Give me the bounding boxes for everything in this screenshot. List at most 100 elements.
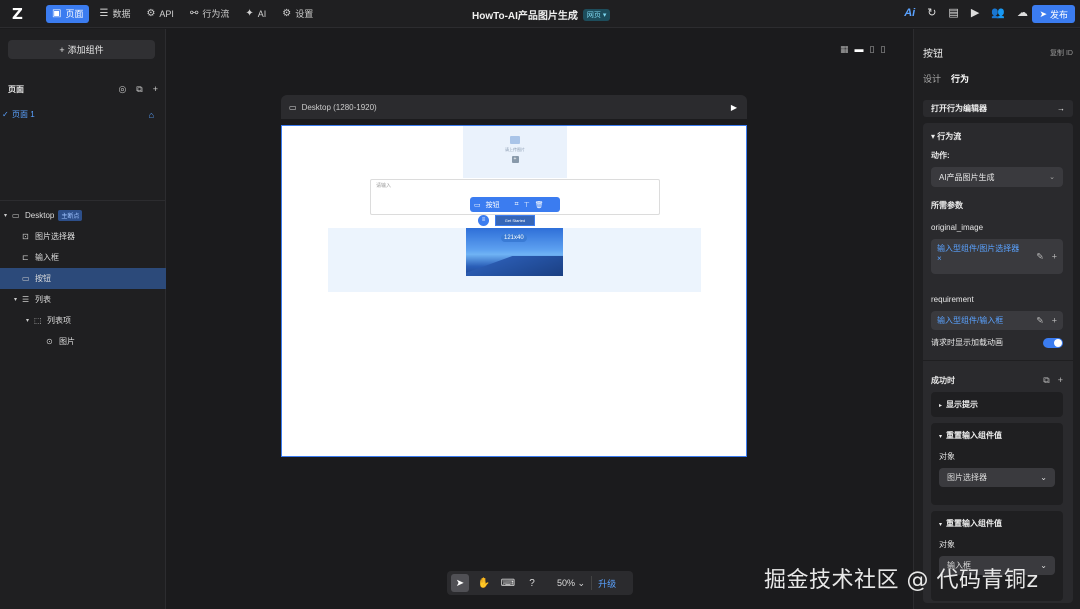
image-picker-icon: ⊡ [22, 232, 29, 241]
tree-item-input[interactable]: ⊏ 输入框 [0, 247, 166, 268]
nav-api[interactable]: ⚙ API [140, 5, 179, 23]
ai-assistant-icon[interactable]: Ai [904, 7, 915, 19]
watermark: 掘金技术社区 @ 代码青铜z [764, 568, 1039, 593]
cloud-icon[interactable]: ☁ [1017, 6, 1028, 19]
nav-settings[interactable]: ⚙ 设置 [276, 5, 319, 23]
main-nav: ▣ 页面 ☰ 数据 ⚙ API ⚯ 行为流 ✦ AI ⚙ 设置 [46, 4, 319, 23]
copy-id-button[interactable]: 复制 ID [1050, 48, 1073, 58]
delete-icon[interactable]: 🗑 [535, 201, 544, 209]
caret-down-icon: ▾ [14, 297, 18, 303]
tree-item-list-item[interactable]: ▾ ⬚ 列表项 [0, 310, 166, 331]
add-icon[interactable]: + [1052, 315, 1057, 326]
tree-item-image-picker[interactable]: ⊡ 图片选择器 [0, 226, 166, 247]
add-page-icon[interactable]: + [153, 84, 158, 95]
caret-down-icon: ▾ [939, 434, 943, 440]
edit-icon[interactable]: ✎ [1036, 251, 1044, 262]
users-icon[interactable]: 👥 [991, 6, 1005, 19]
action-card-reset-image[interactable]: ▾ 重置输入组件值 对象 图片选择器 ⌄ [931, 423, 1063, 505]
panel-tabs: 设计 行为 [923, 72, 969, 85]
mountain-graphic [466, 256, 563, 276]
check-icon: ✓ [2, 110, 9, 119]
add-action-icon[interactable]: + [1058, 375, 1063, 386]
add-icon[interactable]: + [1052, 251, 1057, 262]
app-logo[interactable]: Z [12, 6, 28, 22]
preview-play-icon[interactable]: ▶ [731, 103, 737, 112]
remove-icon[interactable]: × [937, 254, 1023, 263]
app-title-area: HowTo-AI产品图片生成 网页 ▾ [472, 7, 611, 22]
flow-header[interactable]: ▾ 行为流 [931, 131, 961, 142]
plus-icon: + [59, 44, 65, 55]
help-icon[interactable]: ? [523, 574, 541, 592]
hand-tool-icon[interactable]: ✋ [475, 574, 493, 592]
caret-down-icon: ▾ [26, 318, 30, 324]
tab-behavior[interactable]: 行为 [951, 72, 969, 85]
image-picker-component[interactable]: 请上传图片 + [463, 126, 567, 178]
desktop-view-icon[interactable]: ▬ [855, 44, 864, 55]
input-icon: ⊏ [22, 253, 29, 262]
keyboard-icon[interactable]: ⌨ [499, 574, 517, 592]
on-success-label: 成功时 [931, 376, 955, 385]
nav-flow[interactable]: ⚯ 行为流 [184, 5, 235, 23]
image-placeholder-icon [510, 136, 520, 144]
action-select[interactable]: AI产品图片生成 ⌄ [931, 167, 1063, 187]
align-top-icon[interactable]: ⊤ [524, 201, 530, 209]
caret-down-icon: ▾ [939, 522, 943, 528]
ai-icon: ✦ [245, 8, 254, 19]
param-requirement-binding[interactable]: 输入型组件/输入框 ✎ + [931, 311, 1063, 330]
upload-plus-icon[interactable]: + [511, 156, 519, 163]
tree-item-image[interactable]: ⊙ 图片 [0, 331, 166, 352]
canvas-area[interactable]: ▦ ▬ ▯ ▯ ▭ Desktop (1280-1920) ▶ 请上传图片 + … [167, 29, 912, 609]
zoom-select[interactable]: 50% ⌄ [557, 578, 585, 589]
add-component-button[interactable]: + 添加组件 [8, 40, 155, 59]
tree-item-list[interactable]: ▾ ☰ 列表 [0, 289, 166, 310]
device-switcher: ▦ ▬ ▯ ▯ [840, 44, 885, 55]
play-icon[interactable]: ▶ [971, 6, 979, 19]
publish-button[interactable]: ➤ 发布 [1032, 5, 1075, 23]
caret-down-icon: ▾ [4, 213, 8, 219]
selection-toolbar: ▭ 按钮 ⌗ ⊤ 🗑 [470, 197, 560, 212]
comment-icon[interactable]: ⌗ [515, 201, 519, 209]
frame-label: Desktop (1280-1920) [301, 102, 377, 112]
document-icon[interactable]: ▤ [948, 6, 958, 19]
tree-item-button[interactable]: ▭ 按钮 [0, 268, 166, 289]
copy-icon[interactable]: ⧉ [1043, 375, 1049, 386]
frame-header: ▭ Desktop (1280-1920) ▶ [281, 95, 747, 119]
layers-round-icon[interactable]: ≡ [478, 215, 489, 226]
loading-toggle[interactable] [1043, 337, 1063, 348]
tablet-view-icon[interactable]: ▯ [870, 44, 875, 55]
nav-ai[interactable]: ✦ AI [239, 5, 272, 23]
reset-target-select[interactable]: 图片选择器 ⌄ [939, 468, 1055, 487]
image-icon: ⊙ [46, 337, 53, 346]
canvas-toolbar: ➤ ✋ ⌨ ? 50% ⌄ 升级 [447, 571, 633, 595]
nav-data[interactable]: ☰ 数据 [93, 5, 136, 23]
folder-add-icon[interactable]: ⧉ [136, 84, 142, 95]
mobile-view-icon[interactable]: ▯ [880, 44, 885, 55]
api-icon: ⚙ [146, 8, 156, 19]
page-icon: ▣ [52, 8, 62, 19]
image-picker-hint: 请上传图片 [505, 147, 525, 152]
param-original-image-label: original_image [931, 223, 984, 232]
refresh-icon[interactable]: ↻ [927, 6, 936, 19]
param-original-image-binding[interactable]: 输入型组件/图片选择器 × ✎ + [931, 239, 1063, 274]
pointer-tool-icon[interactable]: ➤ [451, 574, 469, 592]
desktop-icon: ▭ [12, 211, 20, 220]
loading-toggle-row: 请求时显示加载动画 [931, 337, 1063, 348]
layers-icon[interactable]: ◎ [118, 84, 126, 95]
get-started-button[interactable]: Get Started [495, 215, 535, 226]
page-type-badge[interactable]: 网页 ▾ [582, 8, 611, 21]
page-item[interactable]: ✓ 页面 1 ⌂ [0, 108, 166, 121]
tree-item-desktop[interactable]: ▾ ▭ Desktop 主断点 [0, 205, 166, 226]
params-label: 所需参数 [931, 201, 963, 210]
param-requirement-label: requirement [931, 295, 974, 304]
grid-icon[interactable]: ▦ [840, 44, 849, 55]
edit-icon[interactable]: ✎ [1036, 315, 1044, 326]
on-success-row: 成功时 ⧉ + [931, 375, 1063, 386]
home-icon[interactable]: ⌂ [149, 110, 154, 120]
tab-design[interactable]: 设计 [923, 72, 941, 85]
desktop-frame[interactable]: 请上传图片 + 请输入 121x40 ≡ Get Started ▭ 按钮 ⌗ … [281, 125, 747, 457]
nav-page[interactable]: ▣ 页面 [46, 4, 90, 23]
caret-right-icon: ▸ [939, 403, 943, 409]
upgrade-link[interactable]: 升级 [598, 577, 616, 590]
action-card-show-toast[interactable]: ▸ 显示提示 [931, 392, 1063, 417]
open-behavior-editor-button[interactable]: 打开行为编辑器 → [923, 100, 1073, 117]
